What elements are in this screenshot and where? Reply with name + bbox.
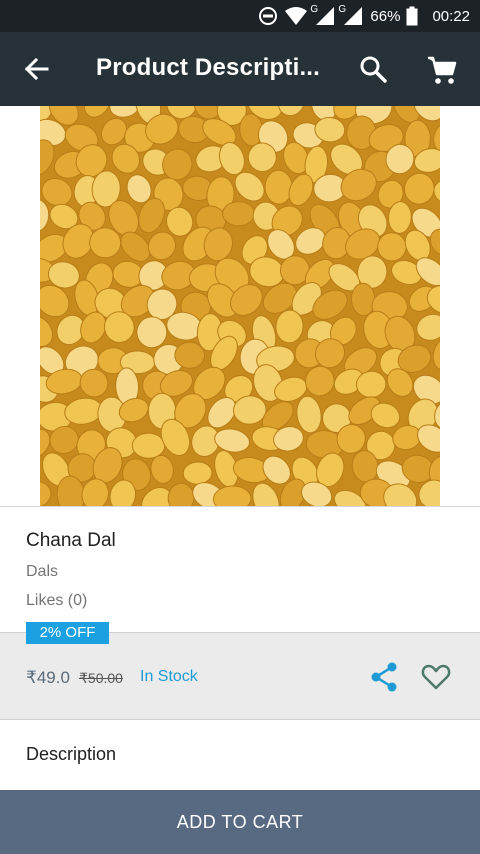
lentil-grain [350, 282, 376, 317]
lentil-grain [377, 232, 407, 262]
lentil-grain [264, 169, 293, 205]
status-bar: G G 66% 00:22 [0, 0, 480, 32]
price-bar: ₹49.0 ₹50.00 In Stock [0, 632, 480, 720]
stock-status: In Stock [140, 668, 198, 685]
search-icon[interactable] [358, 54, 388, 84]
product-name: Chana Dal [26, 530, 116, 551]
battery-icon [406, 6, 418, 26]
signal-icon: G [338, 4, 364, 26]
signal-icon: G [310, 4, 336, 26]
back-arrow-icon[interactable] [20, 53, 52, 85]
battery-percent: 66% [370, 7, 401, 25]
status-icons: G G 66% 00:22 [258, 0, 470, 32]
clock: 00:22 [432, 7, 470, 25]
chana-dal-image [40, 106, 440, 506]
wifi-icon [285, 7, 308, 25]
heart-icon[interactable] [421, 662, 451, 692]
share-icon[interactable] [370, 661, 398, 693]
product-image[interactable] [40, 106, 440, 506]
do-not-disturb-icon [259, 7, 278, 25]
lentil-grain [131, 432, 166, 459]
price: ₹49.0 [26, 668, 70, 687]
cart-icon[interactable] [426, 54, 458, 86]
product-category: Dals [26, 563, 59, 580]
network-type-label: G [310, 4, 319, 15]
network-type-label: G [338, 4, 347, 15]
likes-count[interactable]: Likes (0) [26, 592, 87, 610]
app-bar: Product Descripti... [0, 32, 480, 106]
description-heading[interactable]: Description [26, 744, 116, 765]
add-to-cart-button[interactable]: ADD TO CART [0, 790, 480, 854]
lentil-grain [174, 341, 205, 369]
divider [0, 506, 480, 507]
discount-badge: 2% OFF [26, 622, 109, 644]
page-title: Product Descripti... [96, 54, 321, 81]
lentil-grain [222, 201, 256, 227]
original-price: ₹50.00 [79, 670, 123, 686]
